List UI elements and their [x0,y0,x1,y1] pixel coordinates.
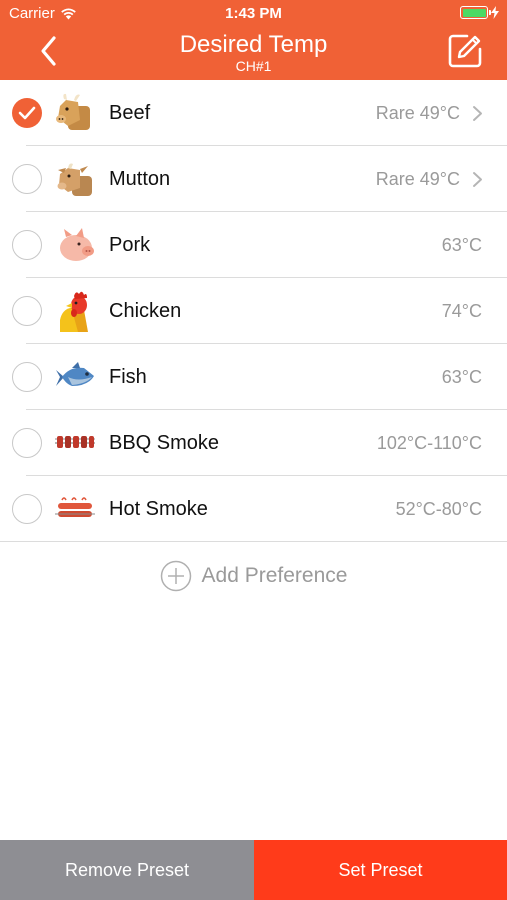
pig-icon [60,228,94,261]
radio-unchecked[interactable] [12,230,42,260]
battery-icon [460,6,491,19]
edit-icon [448,34,482,68]
radio-unchecked[interactable] [12,296,42,326]
preset-name: BBQ Smoke [109,432,220,454]
rooster-icon [60,291,88,332]
goat-icon [57,163,92,196]
preset-name: Pork [109,234,151,256]
preset-row-mutton[interactable]: Mutton Rare 49°C [0,146,507,212]
charging-bolt-icon [491,6,499,19]
row-divider [0,541,507,542]
checkmark-icon [18,106,36,120]
battery-indicator [460,6,499,19]
add-preference-label: Add Preference [201,564,348,587]
preset-name: Hot Smoke [109,498,208,520]
page-title: Desired Temp [179,31,328,58]
plus-circle-icon [160,560,191,592]
remove-preset-button[interactable]: Remove Preset [0,840,254,900]
bottom-action-bar: Remove Preset Set Preset [0,840,507,900]
battery-level [462,8,486,17]
radio-unchecked[interactable] [12,362,42,392]
preset-name: Chicken [109,300,182,322]
preset-temp: Rare 49°C [375,169,460,189]
channel-subtitle: CH#1 [235,58,272,74]
cow-icon [56,93,90,130]
fish-icon [56,362,94,386]
radio-unchecked[interactable] [12,428,42,458]
preset-row-fish[interactable]: Fish 63°C [0,344,507,410]
radio-unchecked[interactable] [12,164,42,194]
preset-temp: Rare 49°C [375,103,460,123]
preset-temp: 102°C-110°C [376,433,482,453]
preset-row-pork[interactable]: Pork 63°C [0,212,507,278]
chevron-right-icon [473,106,482,121]
preset-row-hot-smoke[interactable]: Hot Smoke 52°C-80°C [0,476,507,542]
nav-header: Carrier 1:43 PM Desired Temp CH#1 [0,0,507,80]
preset-temp: 74°C [441,301,482,321]
preset-name: Fish [109,366,147,388]
add-preference-button[interactable]: Add Preference [0,556,507,596]
preset-row-bbq-smoke[interactable]: BBQ Smoke 102°C-110°C [0,410,507,476]
radio-checked[interactable] [12,98,42,128]
preset-row-chicken[interactable]: Chicken 74°C [0,278,507,344]
preset-name: Mutton [109,168,171,190]
preset-temp: 63°C [441,235,482,255]
chevron-right-icon [473,172,482,187]
preset-row-beef[interactable]: Beef Rare 49°C [0,80,507,146]
status-time: 1:43 PM [225,5,282,22]
status-bar: Carrier 1:43 PM [0,0,507,28]
radio-unchecked[interactable] [12,494,42,524]
skewers-icon [55,436,95,448]
sausage-icon [55,497,95,517]
preset-temp: 52°C-80°C [395,499,482,519]
preset-list: Beef Rare 49°C Mutton Rare 49°C Pork 63°… [0,80,507,542]
edit-button[interactable] [447,33,483,69]
set-preset-button[interactable]: Set Preset [254,840,507,900]
preset-temp: 63°C [441,367,482,387]
preset-name: Beef [109,102,151,124]
